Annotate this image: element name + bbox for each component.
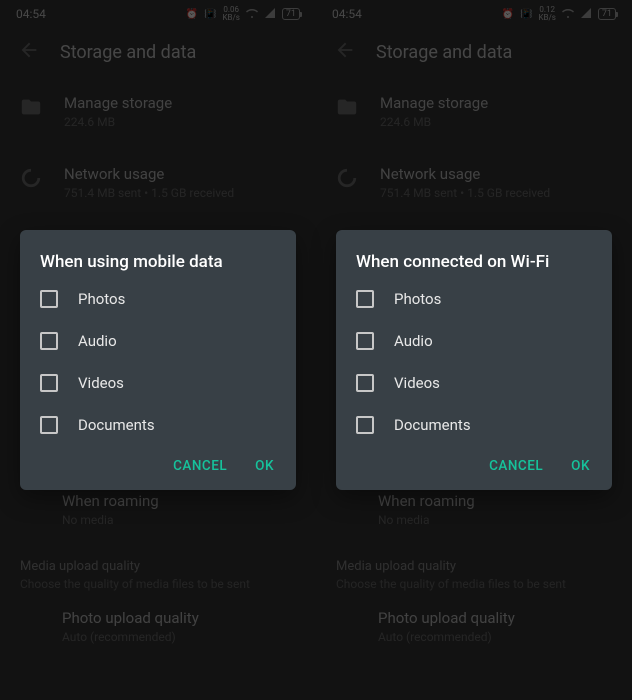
row-subtitle: 224.6 MB bbox=[380, 115, 612, 129]
app-bar-title: Storage and data bbox=[376, 42, 512, 63]
checkbox-icon[interactable] bbox=[356, 332, 374, 350]
checkbox-icon[interactable] bbox=[356, 374, 374, 392]
app-bar-title: Storage and data bbox=[60, 42, 196, 63]
alarm-icon: ⏰ bbox=[186, 9, 198, 20]
wifi-icon bbox=[562, 7, 574, 22]
row-subtitle: No media bbox=[62, 513, 296, 527]
row-title: Manage storage bbox=[380, 94, 612, 112]
section-title: Media upload quality bbox=[336, 559, 612, 574]
ok-button[interactable]: OK bbox=[255, 458, 274, 474]
row-text: Manage storage 224.6 MB bbox=[380, 94, 612, 129]
section-subtitle: Choose the quality of media files to be … bbox=[20, 577, 296, 591]
ok-button[interactable]: OK bbox=[571, 458, 590, 474]
dialog-title: When using mobile data bbox=[20, 252, 296, 278]
dialog-title: When connected on Wi-Fi bbox=[336, 252, 612, 278]
cancel-button[interactable]: CANCEL bbox=[489, 458, 543, 474]
row-subtitle: 224.6 MB bbox=[64, 115, 296, 129]
pane-wifi: 04:54 ⏰ 📳 0.12KB/s 71 Storage and data bbox=[316, 0, 632, 700]
checkbox-icon[interactable] bbox=[40, 416, 58, 434]
row-subtitle: 751.4 MB sent • 1.5 GB received bbox=[64, 186, 296, 200]
dialog-mobile-data: When using mobile data Photos Audio Vide… bbox=[20, 230, 296, 490]
folder-icon bbox=[336, 96, 358, 118]
folder-icon bbox=[20, 96, 42, 118]
data-usage-icon bbox=[20, 167, 42, 189]
row-photo-quality[interactable]: Photo upload quality Auto (recommended) bbox=[316, 595, 632, 658]
row-text: Manage storage 224.6 MB bbox=[64, 94, 296, 129]
row-text: Network usage 751.4 MB sent • 1.5 GB rec… bbox=[380, 165, 612, 200]
cancel-button[interactable]: CANCEL bbox=[173, 458, 227, 474]
option-documents[interactable]: Documents bbox=[336, 404, 612, 446]
back-icon[interactable] bbox=[334, 39, 356, 65]
option-audio[interactable]: Audio bbox=[336, 320, 612, 362]
option-label: Audio bbox=[394, 332, 433, 350]
row-subtitle: Auto (recommended) bbox=[62, 630, 296, 644]
option-label: Videos bbox=[394, 374, 440, 392]
checkbox-icon[interactable] bbox=[40, 374, 58, 392]
battery-icon: 71 bbox=[598, 8, 616, 20]
row-title: Network usage bbox=[64, 165, 296, 183]
checkbox-icon[interactable] bbox=[356, 416, 374, 434]
signal-icon bbox=[580, 7, 592, 22]
battery-icon: 71 bbox=[282, 8, 300, 20]
row-subtitle: Auto (recommended) bbox=[378, 630, 612, 644]
row-title: Photo upload quality bbox=[62, 609, 296, 627]
option-videos[interactable]: Videos bbox=[336, 362, 612, 404]
option-label: Photos bbox=[394, 290, 441, 308]
option-label: Videos bbox=[78, 374, 124, 392]
vibrate-icon: 📳 bbox=[520, 9, 532, 20]
option-audio[interactable]: Audio bbox=[20, 320, 296, 362]
pane-mobile-data: 04:54 ⏰ 📳 0.06KB/s 71 Storage and data bbox=[0, 0, 316, 700]
row-network-usage[interactable]: Network usage 751.4 MB sent • 1.5 GB rec… bbox=[0, 147, 316, 218]
status-icons: ⏰ 📳 0.06KB/s 71 bbox=[186, 6, 300, 22]
row-network-usage[interactable]: Network usage 751.4 MB sent • 1.5 GB rec… bbox=[316, 147, 632, 218]
vibrate-icon: 📳 bbox=[204, 9, 216, 20]
section-media-quality: Media upload quality Choose the quality … bbox=[316, 541, 632, 595]
status-time: 04:54 bbox=[332, 7, 362, 21]
back-icon[interactable] bbox=[18, 39, 40, 65]
option-label: Audio bbox=[78, 332, 117, 350]
dialog-wifi: When connected on Wi-Fi Photos Audio Vid… bbox=[336, 230, 612, 490]
row-title: Manage storage bbox=[64, 94, 296, 112]
row-subtitle: 751.4 MB sent • 1.5 GB received bbox=[380, 186, 612, 200]
option-photos[interactable]: Photos bbox=[20, 278, 296, 320]
option-videos[interactable]: Videos bbox=[20, 362, 296, 404]
status-icons: ⏰ 📳 0.12KB/s 71 bbox=[502, 6, 616, 22]
checkbox-icon[interactable] bbox=[40, 290, 58, 308]
alarm-icon: ⏰ bbox=[502, 9, 514, 20]
net-speed: 0.06KB/s bbox=[222, 6, 239, 22]
row-title: When roaming bbox=[378, 492, 612, 510]
option-label: Photos bbox=[78, 290, 125, 308]
option-documents[interactable]: Documents bbox=[20, 404, 296, 446]
row-text: Network usage 751.4 MB sent • 1.5 GB rec… bbox=[64, 165, 296, 200]
net-speed: 0.12KB/s bbox=[538, 6, 555, 22]
row-title: Photo upload quality bbox=[378, 609, 612, 627]
data-usage-icon bbox=[336, 167, 358, 189]
status-bar: 04:54 ⏰ 📳 0.06KB/s 71 bbox=[0, 0, 316, 28]
row-subtitle: No media bbox=[378, 513, 612, 527]
dialog-actions: CANCEL OK bbox=[20, 446, 296, 482]
section-title: Media upload quality bbox=[20, 559, 296, 574]
row-title: Network usage bbox=[380, 165, 612, 183]
app-bar: Storage and data bbox=[316, 28, 632, 76]
section-subtitle: Choose the quality of media files to be … bbox=[336, 577, 612, 591]
option-label: Documents bbox=[394, 416, 471, 434]
wifi-icon bbox=[246, 7, 258, 22]
status-bar: 04:54 ⏰ 📳 0.12KB/s 71 bbox=[316, 0, 632, 28]
checkbox-icon[interactable] bbox=[356, 290, 374, 308]
section-media-quality: Media upload quality Choose the quality … bbox=[0, 541, 316, 595]
status-time: 04:54 bbox=[16, 7, 46, 21]
signal-icon bbox=[264, 7, 276, 22]
row-manage-storage[interactable]: Manage storage 224.6 MB bbox=[0, 76, 316, 147]
checkbox-icon[interactable] bbox=[40, 332, 58, 350]
option-photos[interactable]: Photos bbox=[336, 278, 612, 320]
row-manage-storage[interactable]: Manage storage 224.6 MB bbox=[316, 76, 632, 147]
option-label: Documents bbox=[78, 416, 155, 434]
row-photo-quality[interactable]: Photo upload quality Auto (recommended) bbox=[0, 595, 316, 658]
app-bar: Storage and data bbox=[0, 28, 316, 76]
row-title: When roaming bbox=[62, 492, 296, 510]
dialog-actions: CANCEL OK bbox=[336, 446, 612, 482]
